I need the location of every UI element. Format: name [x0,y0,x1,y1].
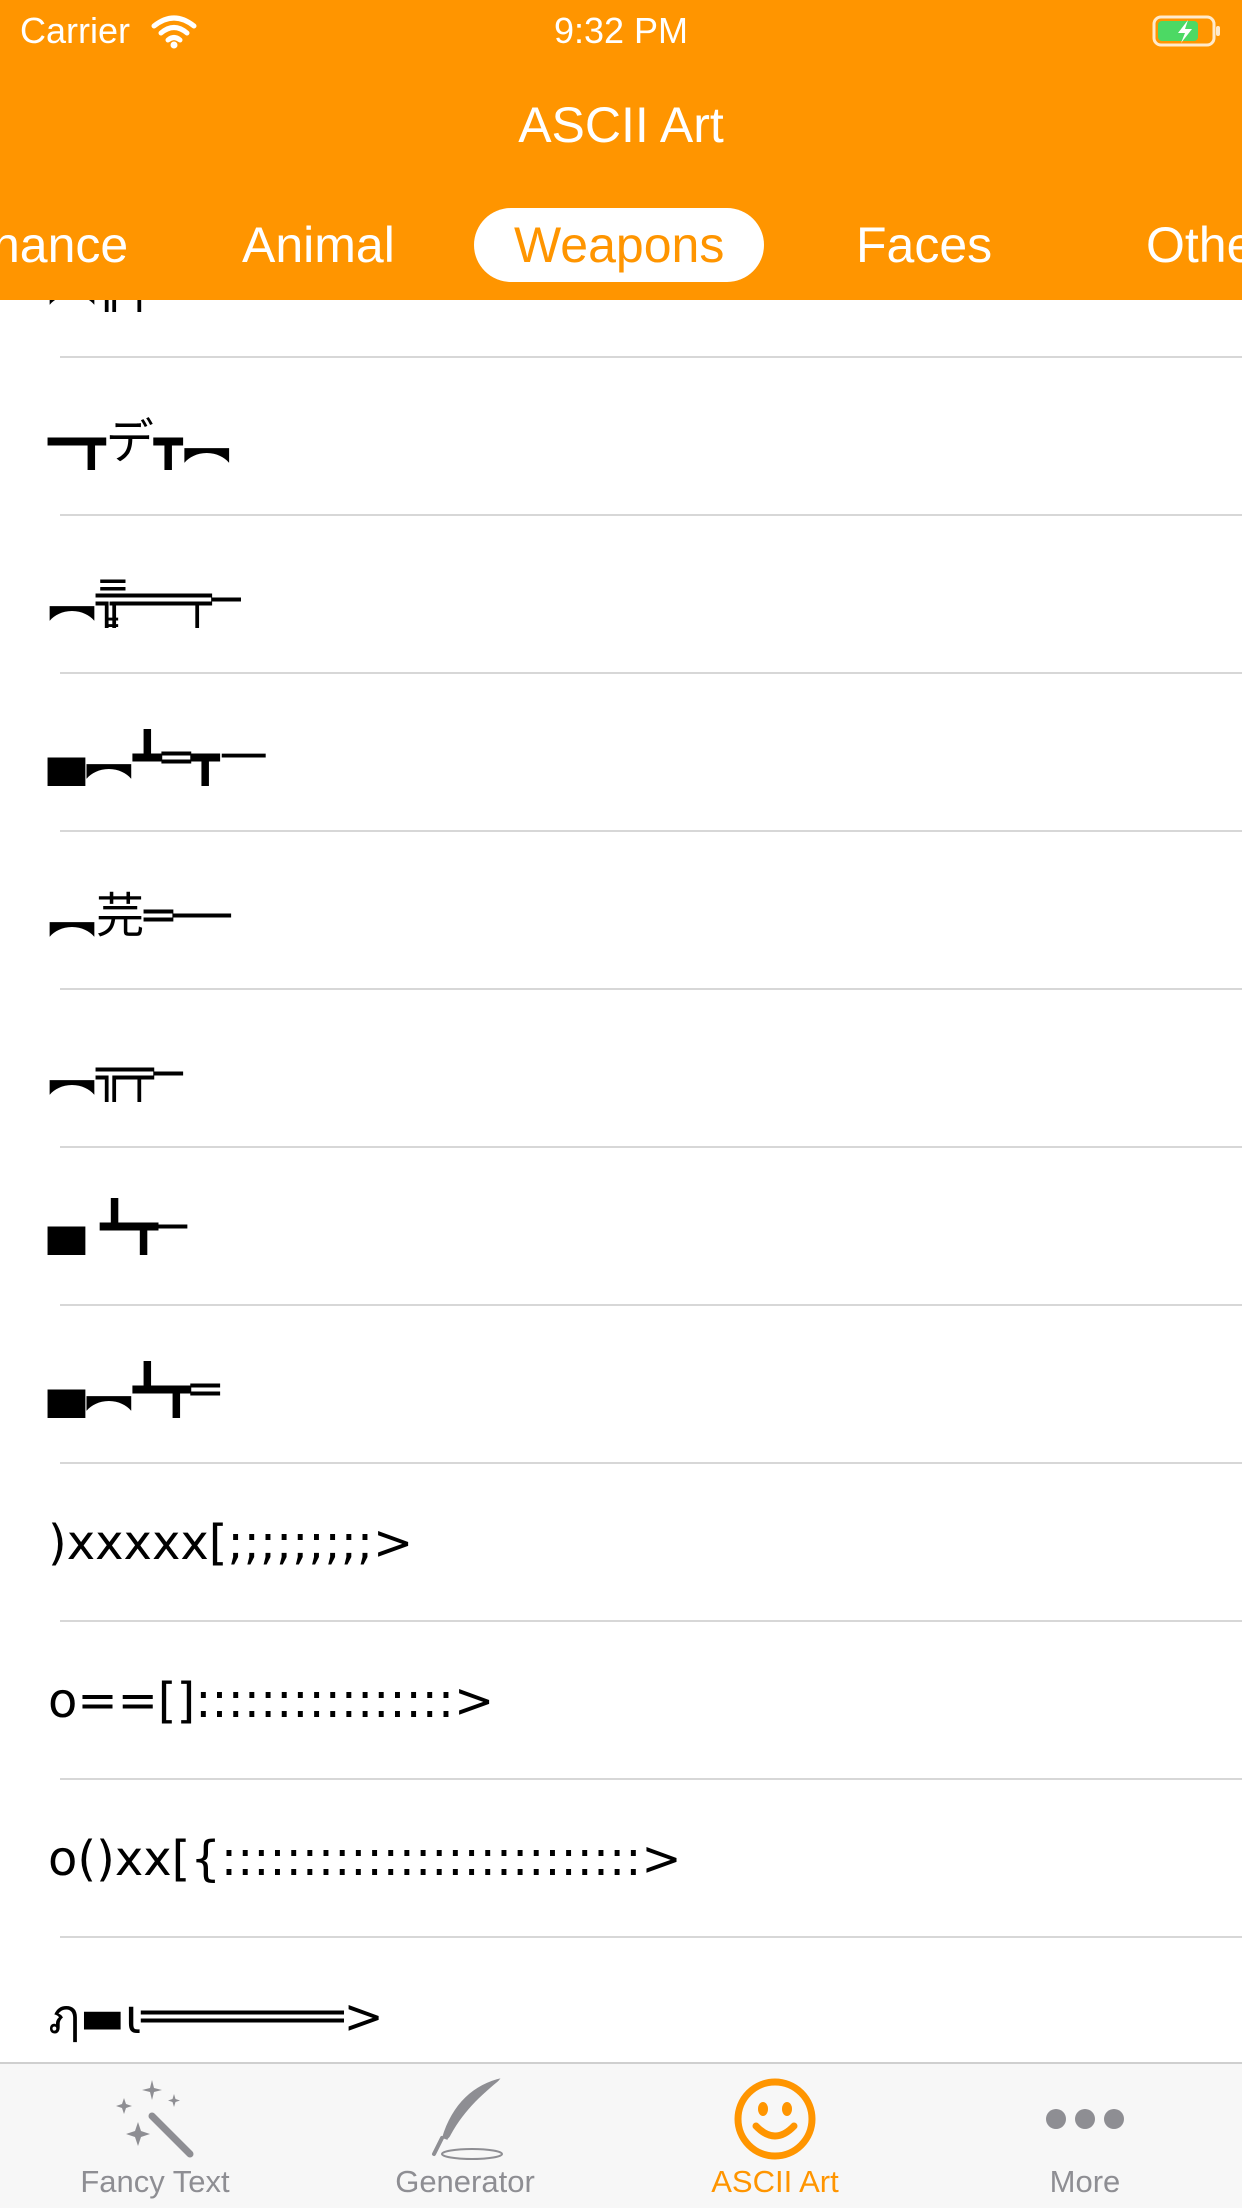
list-item[interactable]: ︻╦╤─ [0,990,1242,1148]
app-screen: Carrier 9:32 PM ASCII Art nance Animal W… [0,0,1242,2208]
list-item-text: o()xx[{::::::::::::::::::::::::::> [48,1831,682,1887]
list-item[interactable]: ︻芫═── [0,832,1242,990]
tab-animal[interactable]: Animal [242,208,395,282]
list-item-text: ━┳デ┳︻ [48,414,231,470]
tabbar-label: Fancy Text [80,2164,230,2199]
list-item-text: ︻芫═── [48,888,231,944]
list-item[interactable]: )xxxxx[;;;;;;;;;> [0,1464,1242,1622]
list-item-text: ▄ ┻┳─ [48,1199,187,1255]
tabbar-label: ASCII Art [711,2164,839,2199]
tabbar-item-generator[interactable]: Generator [310,2064,620,2208]
tabbar-label: Generator [395,2164,535,2199]
navigation-header: Carrier 9:32 PM ASCII Art nance Animal W… [0,0,1242,300]
tab-weapons[interactable]: Weapons [474,208,765,282]
list-item[interactable]: ▄︻┻═┳一 [0,674,1242,832]
battery-charging-icon [1152,15,1220,47]
tab-faces[interactable]: Faces [856,208,992,282]
smiley-icon [734,2078,816,2160]
category-tabs: nance Animal Weapons Faces Othe [0,200,1242,300]
magic-wand-icon [116,2080,194,2158]
list-item[interactable]: o()xx[{::::::::::::::::::::::::::> [0,1780,1242,1938]
list-item-text: ︻╦╤─ [48,300,183,314]
list-item-text: )xxxxx[;;;;;;;;;> [48,1515,414,1571]
list-item-text: o==[]::::::::::::::::> [48,1673,495,1729]
list-item[interactable]: ▄ ┻┳─ [0,1148,1242,1306]
ascii-art-list[interactable]: ︻╦╤─ ━┳デ┳︻ ︻╦̵̵͇̿̿̿̿══╤─ ▄︻┻═┳一 ︻芫═── ︻╦… [0,300,1242,2062]
tabbar-item-more[interactable]: More [930,2064,1240,2208]
status-time: 9:32 PM [553,10,689,51]
page-title: ASCII Art [518,97,724,153]
list-item-text: ︻╦̵̵͇̿̿̿̿══╤─ [48,572,241,628]
list-item[interactable]: ▄︻┻┳═ [0,1306,1242,1464]
more-dots-icon [1046,2109,1124,2129]
list-item-text: ▄︻┻┳═ [48,1362,220,1418]
list-item[interactable]: ︻╦╤─ [0,300,1242,358]
tabbar-item-ascii-art[interactable]: ASCII Art [620,2064,930,2208]
list-item-text: ฦ▬ι═══════> [48,1989,384,2045]
tabbar-label: More [1049,2164,1121,2199]
tab-other[interactable]: Othe [1146,208,1242,282]
tab-romance[interactable]: nance [0,208,128,282]
list-item-text: ▄︻┻═┳一 [48,730,268,786]
quill-icon [432,2077,503,2160]
tabbar-item-fancy-text[interactable]: Fancy Text [0,2064,310,2208]
list-item[interactable]: ━┳デ┳︻ [0,358,1242,516]
status-bar: Carrier 9:32 PM [0,0,1242,64]
list-item[interactable]: ฦ▬ι═══════> [0,1938,1242,2062]
list-item[interactable]: o==[]::::::::::::::::> [0,1622,1242,1780]
list-item-text: ︻╦╤─ [48,1046,183,1102]
tab-bar: Fancy Text Generator ASCII Art More [0,2062,1242,2208]
list-item[interactable]: ︻╦̵̵͇̿̿̿̿══╤─ [0,516,1242,674]
